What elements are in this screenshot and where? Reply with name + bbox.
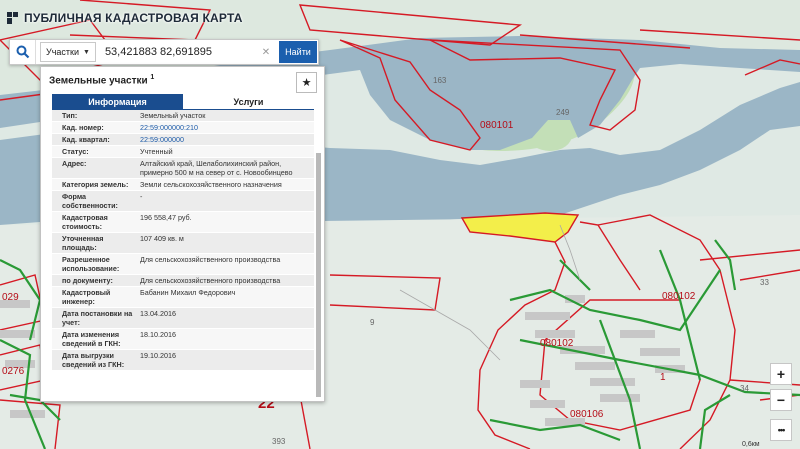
map-label-parcel: 9 <box>370 318 375 327</box>
map-label-parcel: 34 <box>740 384 749 393</box>
map-label-quarter: 080106 <box>570 409 604 420</box>
panel-title: Земельные участки 1 <box>49 74 154 86</box>
table-row: Уточненная площадь: 107 409 кв. м <box>52 233 314 254</box>
row-label: Дата постановки на учет: <box>62 309 133 327</box>
app-header: ПУБЛИЧНАЯ КАДАСТРОВАЯ КАРТА <box>6 11 243 25</box>
panel-tabs: Информация Услуги <box>52 94 314 110</box>
table-row: Кад. номер: 22:59:000000:210 <box>52 122 314 134</box>
row-value: Земельный участок <box>140 111 206 120</box>
row-label: Дата изменения сведений в ГКН: <box>62 330 121 348</box>
table-row: Форма собственности: - <box>52 191 314 212</box>
panel-scrollbar[interactable] <box>316 153 321 397</box>
find-button[interactable]: Найти <box>279 41 317 63</box>
search-input[interactable] <box>95 42 259 62</box>
row-value: 196 558,47 руб. <box>140 213 192 222</box>
row-label: Форма собственности: <box>62 192 118 210</box>
zoom-in-button[interactable]: + <box>770 363 792 385</box>
row-label: Кадастровая стоимость: <box>62 213 108 231</box>
table-row: по документу: Для сельскохозяйственного п… <box>52 275 314 287</box>
row-value: Бабанин Михаил Федорович <box>140 288 236 297</box>
table-row: Тип: Земельный участок <box>52 110 314 122</box>
row-label: Адрес: <box>62 159 87 168</box>
search-type-label: Участки <box>46 47 79 57</box>
table-row: Кадастровая стоимость: 196 558,47 руб. <box>52 212 314 233</box>
row-label: Статус: <box>62 147 89 156</box>
row-label: по документу: <box>62 276 113 285</box>
row-value: Для сельскохозяйственного производства <box>140 255 281 264</box>
row-value: 13.04.2016 <box>140 309 176 318</box>
scrollbar-thumb[interactable] <box>316 153 321 397</box>
more-options-button[interactable]: ••• <box>770 419 792 441</box>
map-label-parcel: 33 <box>760 278 769 287</box>
row-label: Кад. квартал: <box>62 135 110 144</box>
app-logo-icon <box>7 12 18 24</box>
table-row: Дата изменения сведений в ГКН: 18.10.2016 <box>52 329 314 350</box>
map-label-parcel: 163 <box>433 76 447 85</box>
table-row: Дата постановки на учет: 13.04.2016 <box>52 308 314 329</box>
map-label-quarter: 080102 <box>662 291 696 302</box>
row-label: Кадастровый инженер: <box>62 288 111 306</box>
row-label: Тип: <box>62 111 78 120</box>
search-bar: Участки ▼ ✕ Найти <box>9 39 319 65</box>
cadastral-quarter-link[interactable]: 22:59:000000 <box>137 134 314 145</box>
map-label-parcel: 1 <box>660 372 666 383</box>
table-row: Кад. квартал: 22:59:000000 <box>52 134 314 146</box>
panel-title-text: Земельные участки <box>49 75 148 87</box>
parcel-info-panel: Земельные участки 1 ★ Информация Услуги … <box>40 66 325 402</box>
table-row: Статус: Учтенный <box>52 146 314 158</box>
cadastral-number-link[interactable]: 22:59:000000:210 <box>137 122 314 133</box>
row-label: Кад. номер: <box>62 123 104 132</box>
map-label-quarter: 0276 <box>2 366 25 377</box>
map-scale: 0,6км <box>742 441 760 448</box>
table-row: Кадастровый инженер: Бабанин Михаил Федор… <box>52 287 314 308</box>
table-row: Разрешенное использование: Для сельскохоз… <box>52 254 314 275</box>
map-label-quarter: 080102 <box>540 338 574 349</box>
map-label-quarter: 080101 <box>480 120 514 131</box>
row-value: Земли сельскохозяйственного назначения <box>140 180 282 189</box>
row-value: 19.10.2016 <box>140 351 176 360</box>
search-icon[interactable] <box>10 40 36 64</box>
row-label: Уточненная площадь: <box>62 234 104 252</box>
map-label-quarter: 029 <box>2 292 19 303</box>
zoom-out-button[interactable]: − <box>770 389 792 411</box>
search-type-select[interactable]: Участки ▼ <box>40 42 96 62</box>
row-value: 107 409 кв. м <box>140 234 184 243</box>
row-value: Алтайский край, Шелаболихинский район, п… <box>140 159 293 177</box>
app-title: ПУБЛИЧНАЯ КАДАСТРОВАЯ КАРТА <box>24 11 243 25</box>
close-icon[interactable]: ✕ <box>259 47 273 58</box>
row-value: - <box>140 192 143 201</box>
table-row: Адрес: Алтайский край, Шелаболихинский ра… <box>52 158 314 179</box>
map-label-parcel: 393 <box>272 437 286 446</box>
row-value: Учтенный <box>140 147 173 156</box>
tab-info[interactable]: Информация <box>52 94 183 110</box>
chevron-down-icon: ▼ <box>83 48 90 56</box>
tab-services[interactable]: Услуги <box>183 94 314 110</box>
attribute-table: Тип: Земельный участок Кад. номер: 22:59:0… <box>52 110 314 371</box>
row-value: 18.10.2016 <box>140 330 176 339</box>
map-label-parcel: 249 <box>556 108 570 117</box>
row-value: Для сельскохозяйственного производства <box>140 276 281 285</box>
result-count: 1 <box>150 74 155 81</box>
row-label: Разрешенное использование: <box>62 255 120 273</box>
table-row: Категория земель: Земли сельскохозяйствен… <box>52 179 314 191</box>
row-label: Категория земель: <box>62 180 129 189</box>
star-icon: ★ <box>301 77 312 89</box>
row-label: Дата выгрузки сведений из ГКН: <box>62 351 125 369</box>
favorite-star-button[interactable]: ★ <box>296 72 317 93</box>
table-row: Дата выгрузки сведений из ГКН: 19.10.2016 <box>52 350 314 371</box>
